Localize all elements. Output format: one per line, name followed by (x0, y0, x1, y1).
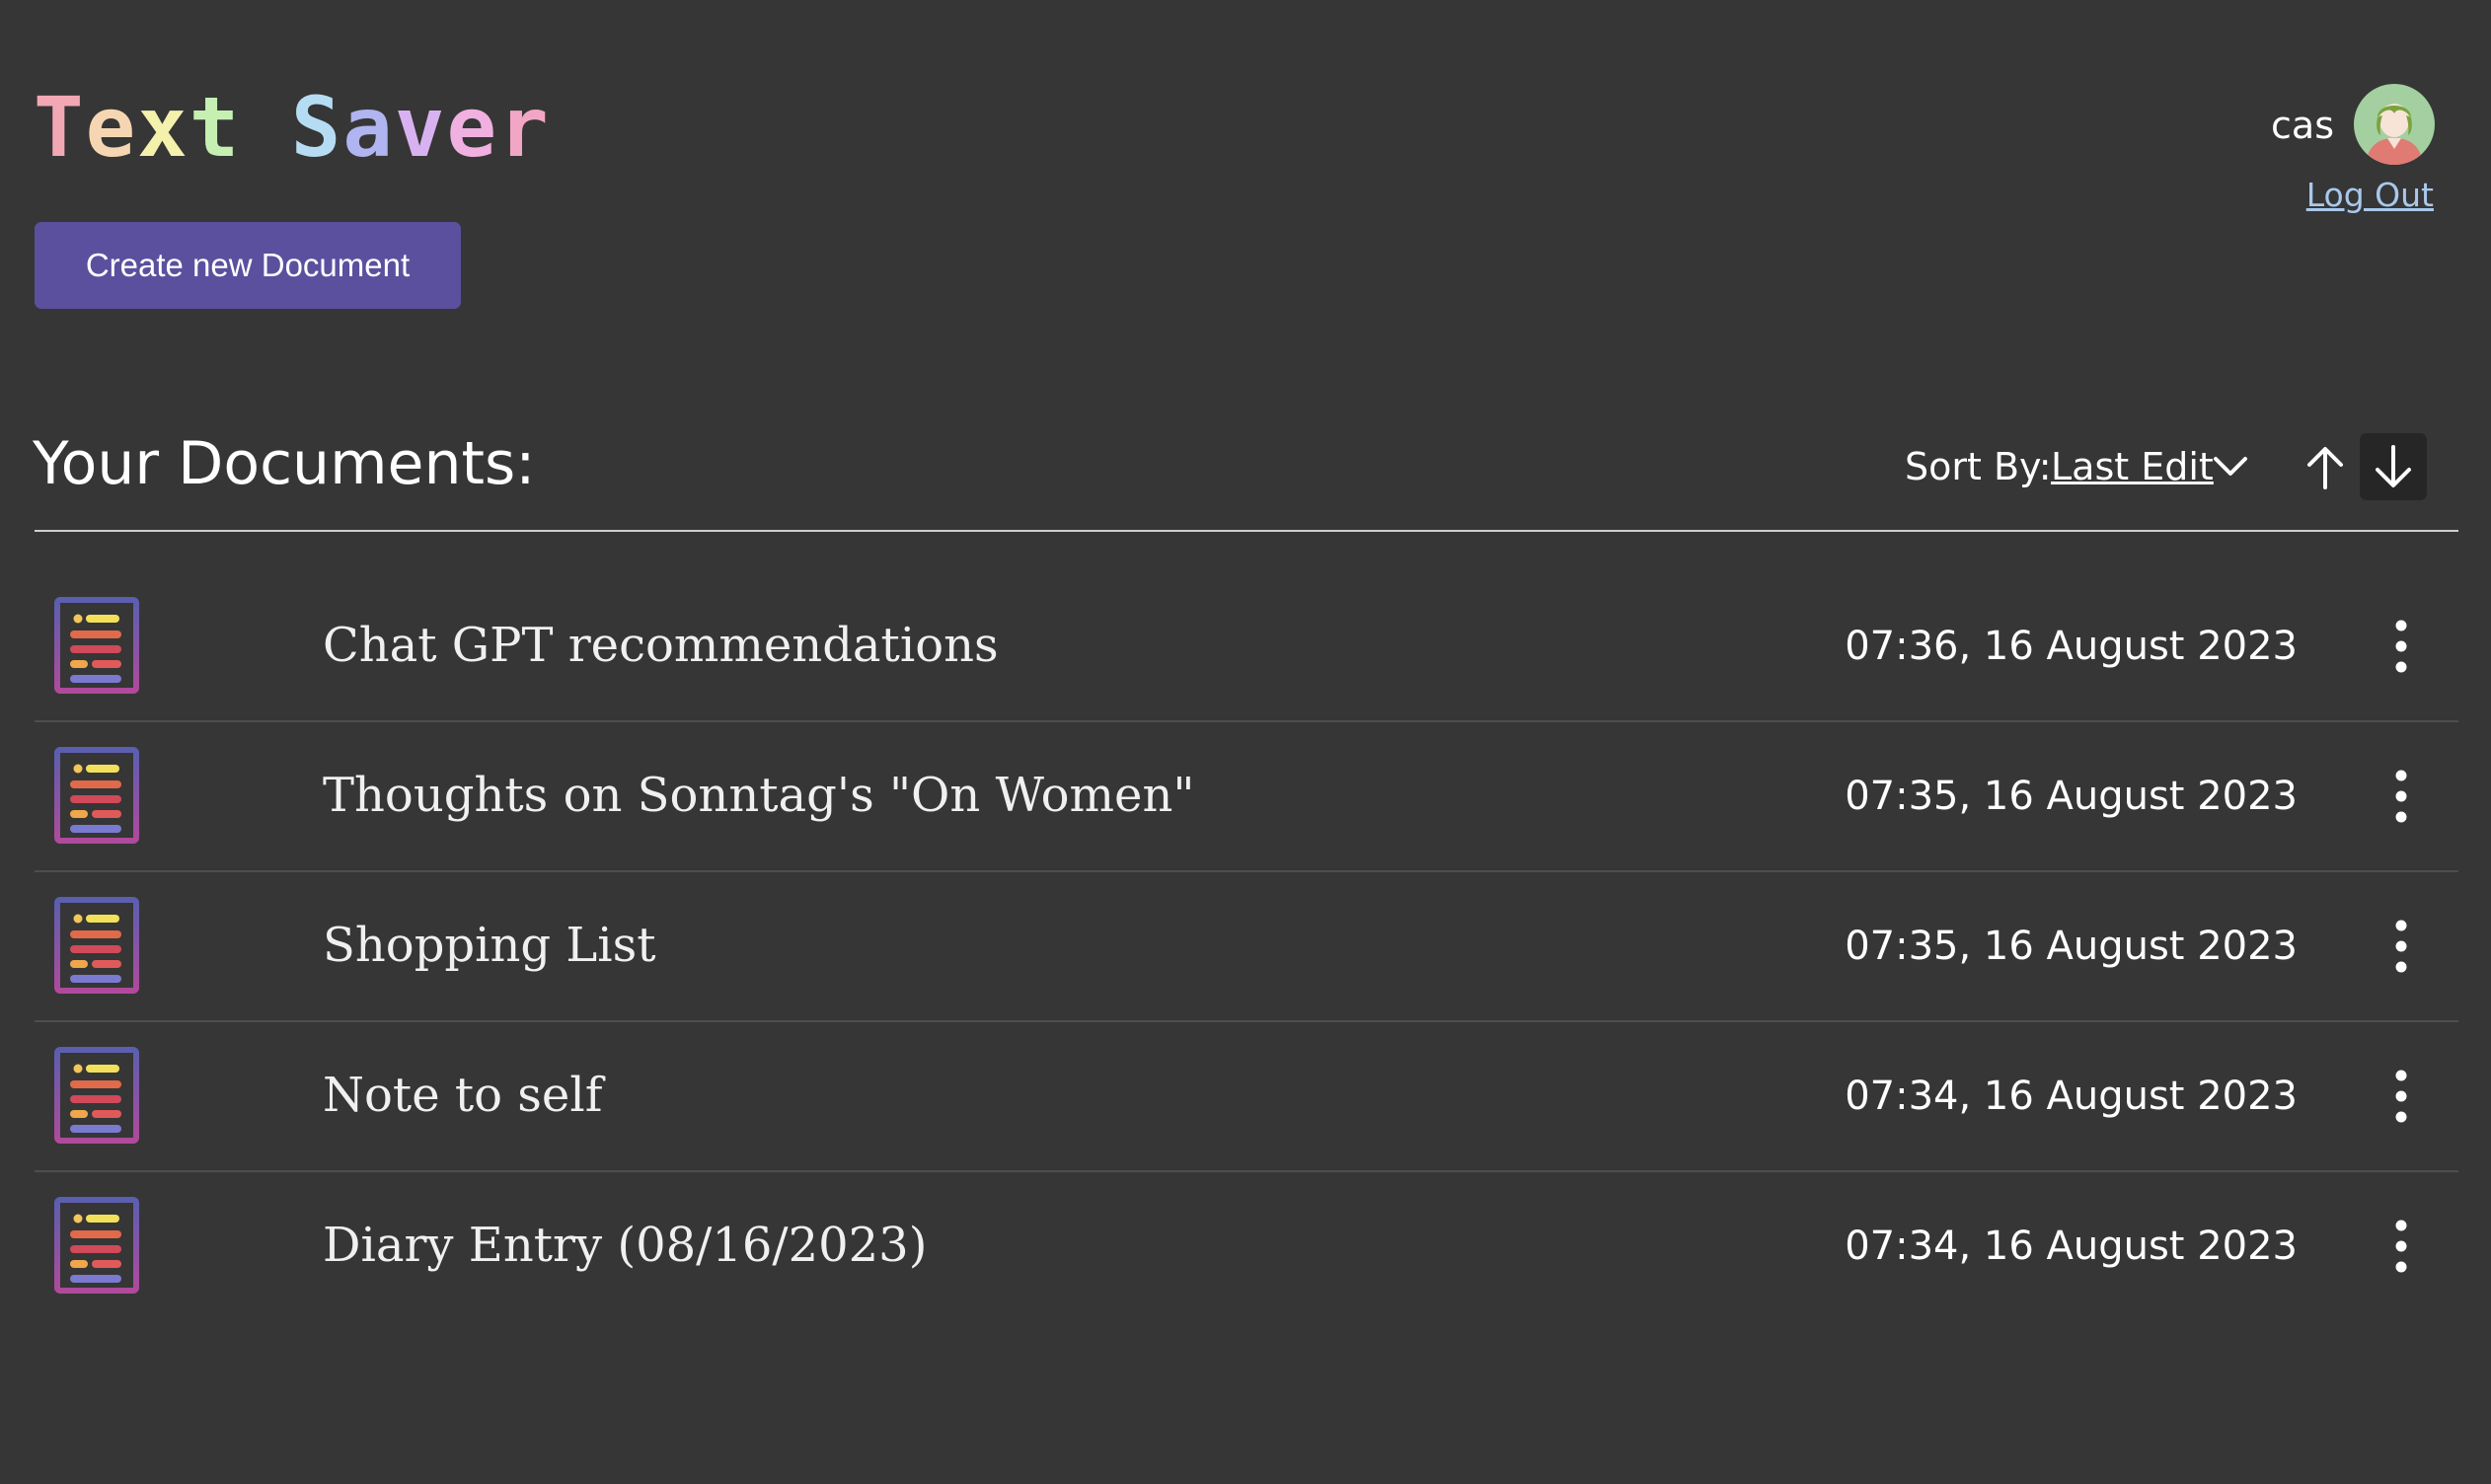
app-title-letter: t (189, 79, 242, 176)
document-menu-button[interactable] (2374, 1052, 2429, 1141)
app-title-letter: r (498, 79, 551, 176)
vertical-ellipsis-icon (2395, 620, 2407, 673)
document-list-icon (54, 1047, 139, 1144)
vertical-ellipsis-icon (2395, 1220, 2407, 1273)
document-last-edit: 07:36, 16 August 2023 (1845, 624, 2298, 669)
document-title[interactable]: Shopping List (323, 914, 656, 977)
logout-link[interactable]: Log Out (2306, 174, 2434, 217)
document-last-edit: 07:35, 16 August 2023 (1845, 774, 2298, 819)
app-title-letter: x (137, 79, 189, 176)
document-list-icon (54, 897, 139, 994)
document-title[interactable]: Thoughts on Sonntag's "On Women" (323, 764, 1194, 827)
document-menu-button[interactable] (2374, 902, 2429, 991)
document-row[interactable]: Shopping List 07:35, 16 August 2023 (35, 872, 2458, 1022)
document-last-edit: 07:34, 16 August 2023 (1845, 1074, 2298, 1119)
document-row[interactable]: Note to self 07:34, 16 August 2023 (35, 1022, 2458, 1172)
sort-by-label: Sort By: (1905, 445, 2052, 488)
create-document-button[interactable]: Create new Document (35, 222, 461, 309)
document-menu-button[interactable] (2374, 752, 2429, 841)
document-menu-button[interactable] (2374, 1202, 2429, 1291)
document-last-edit: 07:35, 16 August 2023 (1845, 924, 2298, 969)
app-title-letter: S (290, 79, 343, 176)
sort-ascending-button[interactable] (2296, 434, 2355, 501)
vertical-ellipsis-icon (2395, 1070, 2407, 1123)
chevron-down-icon[interactable] (2211, 449, 2250, 484)
user-avatar[interactable] (2354, 84, 2435, 165)
app-title-letter: T (34, 79, 86, 176)
sort-field-dropdown[interactable]: Last Edit (2051, 442, 2214, 491)
section-divider (35, 530, 2458, 532)
vertical-ellipsis-icon (2395, 770, 2407, 823)
arrow-down-icon (2376, 445, 2411, 487)
document-title[interactable]: Diary Entry (08/16/2023) (323, 1214, 927, 1277)
document-menu-button[interactable] (2374, 602, 2429, 691)
arrow-up-icon (2307, 447, 2343, 489)
avatar-icon (2354, 84, 2435, 165)
document-title[interactable]: Note to self (323, 1064, 602, 1127)
document-last-edit: 07:34, 16 August 2023 (1845, 1224, 2298, 1269)
sort-descending-button[interactable] (2360, 433, 2427, 500)
app-title: Text Saver (34, 73, 551, 182)
document-list-icon (54, 1197, 139, 1294)
documents-heading: Your Documents: (33, 429, 536, 498)
app-title-letter (241, 73, 290, 182)
app-title-letter: a (342, 79, 395, 176)
user-name: cas (2271, 104, 2334, 147)
document-list: Chat GPT recommendations 07:36, 16 August… (35, 572, 2458, 1320)
app-title-letter: v (394, 79, 447, 176)
document-list-icon (54, 597, 139, 694)
vertical-ellipsis-icon (2395, 920, 2407, 973)
document-row[interactable]: Diary Entry (08/16/2023) 07:34, 16 August… (35, 1172, 2458, 1320)
document-title[interactable]: Chat GPT recommendations (323, 614, 999, 677)
app-title-letter: e (446, 79, 499, 176)
app-title-letter: e (85, 79, 138, 176)
document-row[interactable]: Chat GPT recommendations 07:36, 16 August… (35, 572, 2458, 722)
document-row[interactable]: Thoughts on Sonntag's "On Women" 07:35, 1… (35, 722, 2458, 872)
document-list-icon (54, 747, 139, 844)
